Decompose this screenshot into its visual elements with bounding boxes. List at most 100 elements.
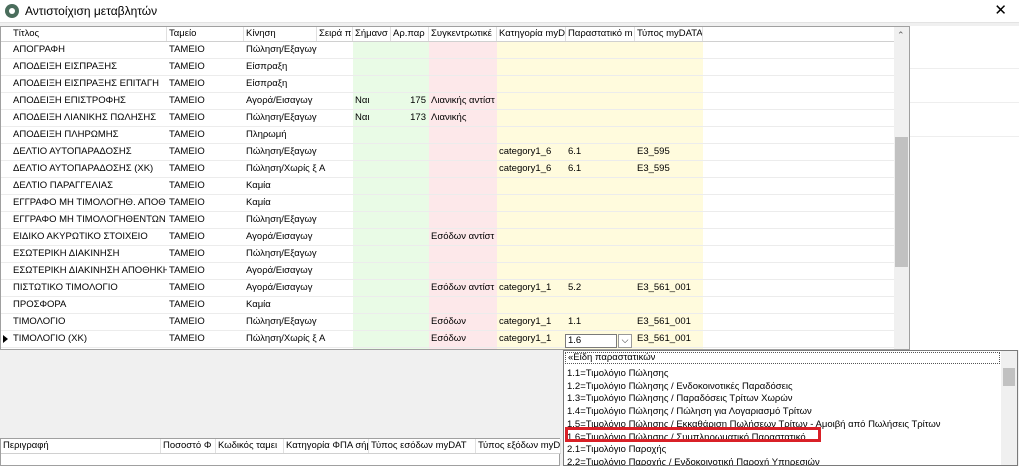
cell-title[interactable]: ΔΕΛΤΙΟ ΑΥΤΟΠΑΡΑΔΟΣΗΣ (ΧΚ) bbox=[11, 161, 167, 177]
cell-movement[interactable]: Αγορά/Εισαγωγ bbox=[244, 229, 317, 245]
cell-marking[interactable]: Ναι bbox=[353, 110, 391, 126]
cell-fund[interactable]: ΤΑΜΕΙΟ bbox=[167, 144, 244, 160]
cell-title[interactable]: ΕΣΩΤΕΡΙΚΗ ΔΙΑΚΙΝΗΣΗ bbox=[11, 246, 167, 262]
cell-aggregate[interactable]: Εσόδων αντίστ bbox=[429, 280, 497, 296]
cell-mydata-category[interactable]: category1_1 bbox=[497, 314, 566, 330]
table-row[interactable]: ΤΙΜΟΛΟΓΙΟ ΤΑΜΕΙΟ Πώληση/Εξαγωγ Εσόδων catego… bbox=[1, 314, 894, 331]
cell-mydata-type[interactable] bbox=[635, 246, 703, 262]
cell-aggregate[interactable] bbox=[429, 195, 497, 211]
column-header-mydata-type[interactable]: Τύπος myDATA bbox=[635, 27, 703, 41]
cell-doc-number[interactable] bbox=[391, 76, 429, 92]
cell-marking[interactable] bbox=[353, 280, 391, 296]
cell-series[interactable] bbox=[317, 314, 353, 330]
cell-movement[interactable]: Πώληση/Εξαγωγ bbox=[244, 212, 317, 228]
cell-fund[interactable]: ΤΑΜΕΙΟ bbox=[167, 59, 244, 75]
cell-title[interactable]: ΑΠΟΓΡΑΦΗ bbox=[11, 42, 167, 58]
cell-fund[interactable]: ΤΑΜΕΙΟ bbox=[167, 331, 244, 347]
cell-fund[interactable]: ΤΑΜΕΙΟ bbox=[167, 178, 244, 194]
cell-mydata-document[interactable] bbox=[566, 42, 635, 58]
cell-movement[interactable]: Αγορά/Εισαγωγ bbox=[244, 93, 317, 109]
cell-marking[interactable] bbox=[353, 212, 391, 228]
table-row[interactable]: ΑΠΟΓΡΑΦΗ ΤΑΜΕΙΟ Πώληση/Εξαγωγ bbox=[1, 42, 894, 59]
cell-mydata-category[interactable] bbox=[497, 42, 566, 58]
cell-aggregate[interactable] bbox=[429, 76, 497, 92]
cell-aggregate[interactable]: Εσόδων bbox=[429, 331, 497, 347]
cell-series[interactable] bbox=[317, 144, 353, 160]
cell-movement[interactable]: Πώληση/Χωρίς ξ bbox=[244, 331, 317, 347]
cell-aggregate[interactable] bbox=[429, 144, 497, 160]
cell-doc-number[interactable]: 173 bbox=[391, 110, 429, 126]
cell-mydata-document[interactable] bbox=[566, 59, 635, 75]
cell-mydata-document[interactable] bbox=[566, 93, 635, 109]
cell-mydata-type[interactable] bbox=[635, 178, 703, 194]
cell-mydata-category[interactable]: category1_6 bbox=[497, 161, 566, 177]
cell-series[interactable] bbox=[317, 59, 353, 75]
cell-fund[interactable]: ΤΑΜΕΙΟ bbox=[167, 229, 244, 245]
document-type-dropdown[interactable]: «Είδη παραστατικών 1.1=Τιμολόγιο Πώλησης… bbox=[563, 350, 1018, 466]
cell-movement[interactable]: Πώληση/Χωρίς ξ bbox=[244, 161, 317, 177]
cell-doc-number[interactable] bbox=[391, 348, 429, 349]
cell-doc-number[interactable] bbox=[391, 161, 429, 177]
cell-series[interactable] bbox=[317, 76, 353, 92]
cell-aggregate[interactable] bbox=[429, 161, 497, 177]
scroll-thumb[interactable] bbox=[895, 137, 908, 267]
cell-mydata-type[interactable] bbox=[635, 127, 703, 143]
cell-movement[interactable]: Πώληση/Εξαγωγ bbox=[244, 42, 317, 58]
cell-doc-number[interactable] bbox=[391, 297, 429, 313]
cell-doc-number[interactable] bbox=[391, 331, 429, 347]
table-row[interactable]: ΠΙΣΤΩΤΙΚΟ ΤΙΜΟΛΟΓΙΟ ΤΑΜΕΙΟ Αγορά/Εισαγωγ Εσ… bbox=[1, 280, 894, 297]
cell-series[interactable] bbox=[317, 42, 353, 58]
cell-doc-number[interactable] bbox=[391, 127, 429, 143]
cell-fund[interactable]: ΤΑΜΕΙΟ bbox=[167, 76, 244, 92]
cell-mydata-document[interactable] bbox=[566, 297, 635, 313]
cell-fund[interactable]: ΤΑΜΕΙΟ bbox=[167, 246, 244, 262]
column-header-mydata-document[interactable]: Παραστατικό m bbox=[566, 27, 635, 41]
cell-title[interactable]: ΕΓΓΡΑΦΟ ΜΗ ΤΙΜΟΛΟΓΗΘ. ΑΠΟΘ bbox=[11, 195, 167, 211]
cell-title[interactable]: ΕΓΓΡΑΦΟ ΜΗ ΤΙΜΟΛΟΓΗΘΕΝΤΩΝ bbox=[11, 212, 167, 228]
cell-title[interactable]: ΔΕΛΤΙΟ ΠΑΡΑΓΓΕΛΙΑΣ bbox=[11, 178, 167, 194]
cell-fund[interactable]: ΤΑΜΕΙΟ bbox=[167, 348, 244, 349]
cell-mydata-category[interactable] bbox=[497, 178, 566, 194]
column-header-mydata-category[interactable]: Κατηγορία myD bbox=[497, 27, 566, 41]
cell-mydata-category[interactable] bbox=[497, 297, 566, 313]
cell-mydata-type[interactable] bbox=[635, 93, 703, 109]
cell-mydata-type[interactable]: E3_561_001 bbox=[635, 280, 703, 296]
cell-title[interactable]: ΕΣΩΤΕΡΙΚΗ ΔΙΑΚΙΝΗΣΗ ΑΠΟΘΗΚΗ bbox=[11, 263, 167, 279]
details-column-header[interactable]: Τύπος εσόδων myDAT bbox=[369, 439, 476, 453]
cell-doc-number[interactable] bbox=[391, 195, 429, 211]
table-row[interactable]: ΑΠΟΔΕΙΞΗ ΠΛΗΡΩΜΗΣ ΤΑΜΕΙΟ Πληρωμή bbox=[1, 127, 894, 144]
cell-series[interactable] bbox=[317, 280, 353, 296]
cell-doc-number[interactable] bbox=[391, 178, 429, 194]
cell-marking[interactable] bbox=[353, 161, 391, 177]
cell-mydata-document[interactable] bbox=[566, 229, 635, 245]
cell-doc-number[interactable] bbox=[391, 229, 429, 245]
cell-title[interactable]: ΑΠΟΔΕΙΞΗ ΠΛΗΡΩΜΗΣ bbox=[11, 127, 167, 143]
column-header-doc-number[interactable]: Αρ.παρ bbox=[391, 27, 429, 41]
column-header-marking[interactable]: Σήμανσ bbox=[353, 27, 391, 41]
cell-aggregate[interactable] bbox=[429, 263, 497, 279]
cell-series[interactable] bbox=[317, 178, 353, 194]
cell-mydata-type[interactable]: E3_561_001 bbox=[635, 331, 703, 347]
cell-movement[interactable]: Καμία bbox=[244, 178, 317, 194]
cell-title[interactable]: ΔΕΛΤΙΟ ΑΥΤΟΠΑΡΑΔΟΣΗΣ bbox=[11, 144, 167, 160]
cell-mydata-category[interactable] bbox=[497, 246, 566, 262]
cell-series[interactable] bbox=[317, 263, 353, 279]
cell-aggregate[interactable]: Εσόδων bbox=[429, 314, 497, 330]
cell-fund[interactable]: ΤΑΜΕΙΟ bbox=[167, 314, 244, 330]
chevron-down-icon[interactable]: ⌵ bbox=[618, 334, 632, 348]
cell-title[interactable]: ΤΙΜΟΛΟΓΙΟ (ΧΚ) bbox=[11, 331, 167, 347]
cell-fund[interactable]: ΤΑΜΕΙΟ bbox=[167, 195, 244, 211]
cell-movement[interactable]: Καμία bbox=[244, 297, 317, 313]
details-column-header[interactable]: Περιγραφή bbox=[1, 439, 161, 453]
cell-movement[interactable]: Πώληση/Εξαγωγ bbox=[244, 348, 317, 349]
cell-marking[interactable] bbox=[353, 195, 391, 211]
cell-marking[interactable] bbox=[353, 178, 391, 194]
cell-mydata-category[interactable] bbox=[497, 76, 566, 92]
dropdown-item[interactable]: 1.3=Τιμολόγιο Πώλησης / Παραδόσεις Τρίτω… bbox=[567, 392, 792, 405]
cell-series[interactable] bbox=[317, 127, 353, 143]
cell-series[interactable]: Α bbox=[317, 161, 353, 177]
cell-fund[interactable]: ΤΑΜΕΙΟ bbox=[167, 42, 244, 58]
dropdown-item[interactable]: 2.2=Τιμολόγιο Παροχής / Ενδοκοινοτική Πα… bbox=[567, 456, 820, 465]
cell-mydata-document[interactable]: 1.1 bbox=[566, 314, 635, 330]
cell-marking[interactable] bbox=[353, 144, 391, 160]
